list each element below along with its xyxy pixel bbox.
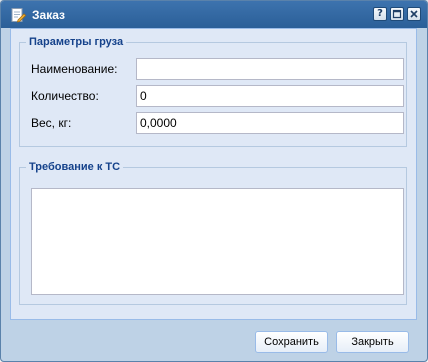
order-dialog: Заказ ? Параметры груза Наименование: Ко… [0, 0, 428, 362]
weight-label: Вес, кг: [31, 116, 72, 130]
cargo-parameters-legend: Параметры груза [26, 35, 127, 49]
vehicle-requirements-fieldset: Требование к ТС [19, 160, 407, 305]
maximize-button[interactable] [390, 7, 404, 21]
maximize-icon [392, 9, 402, 19]
vehicle-requirements-legend: Требование к ТС [26, 160, 124, 174]
cargo-parameters-fieldset: Параметры груза Наименование: Количество… [19, 35, 407, 147]
close-icon [410, 10, 418, 18]
quantity-label: Количество: [31, 89, 99, 103]
help-button[interactable]: ? [373, 7, 387, 21]
quantity-field[interactable] [136, 85, 404, 107]
window-title: Заказ [32, 8, 65, 22]
edit-document-icon [10, 7, 27, 23]
dialog-body: Параметры груза Наименование: Количество… [10, 28, 417, 320]
vehicle-requirements-textarea[interactable] [31, 188, 404, 295]
weight-field[interactable] [136, 112, 404, 134]
name-field[interactable] [136, 58, 404, 80]
name-label: Наименование: [31, 62, 118, 76]
title-bar[interactable]: Заказ ? [1, 1, 427, 28]
save-button[interactable]: Сохранить [255, 331, 328, 353]
help-icon: ? [377, 8, 383, 19]
close-window-button[interactable] [407, 7, 421, 21]
close-button[interactable]: Закрыть [336, 331, 409, 353]
